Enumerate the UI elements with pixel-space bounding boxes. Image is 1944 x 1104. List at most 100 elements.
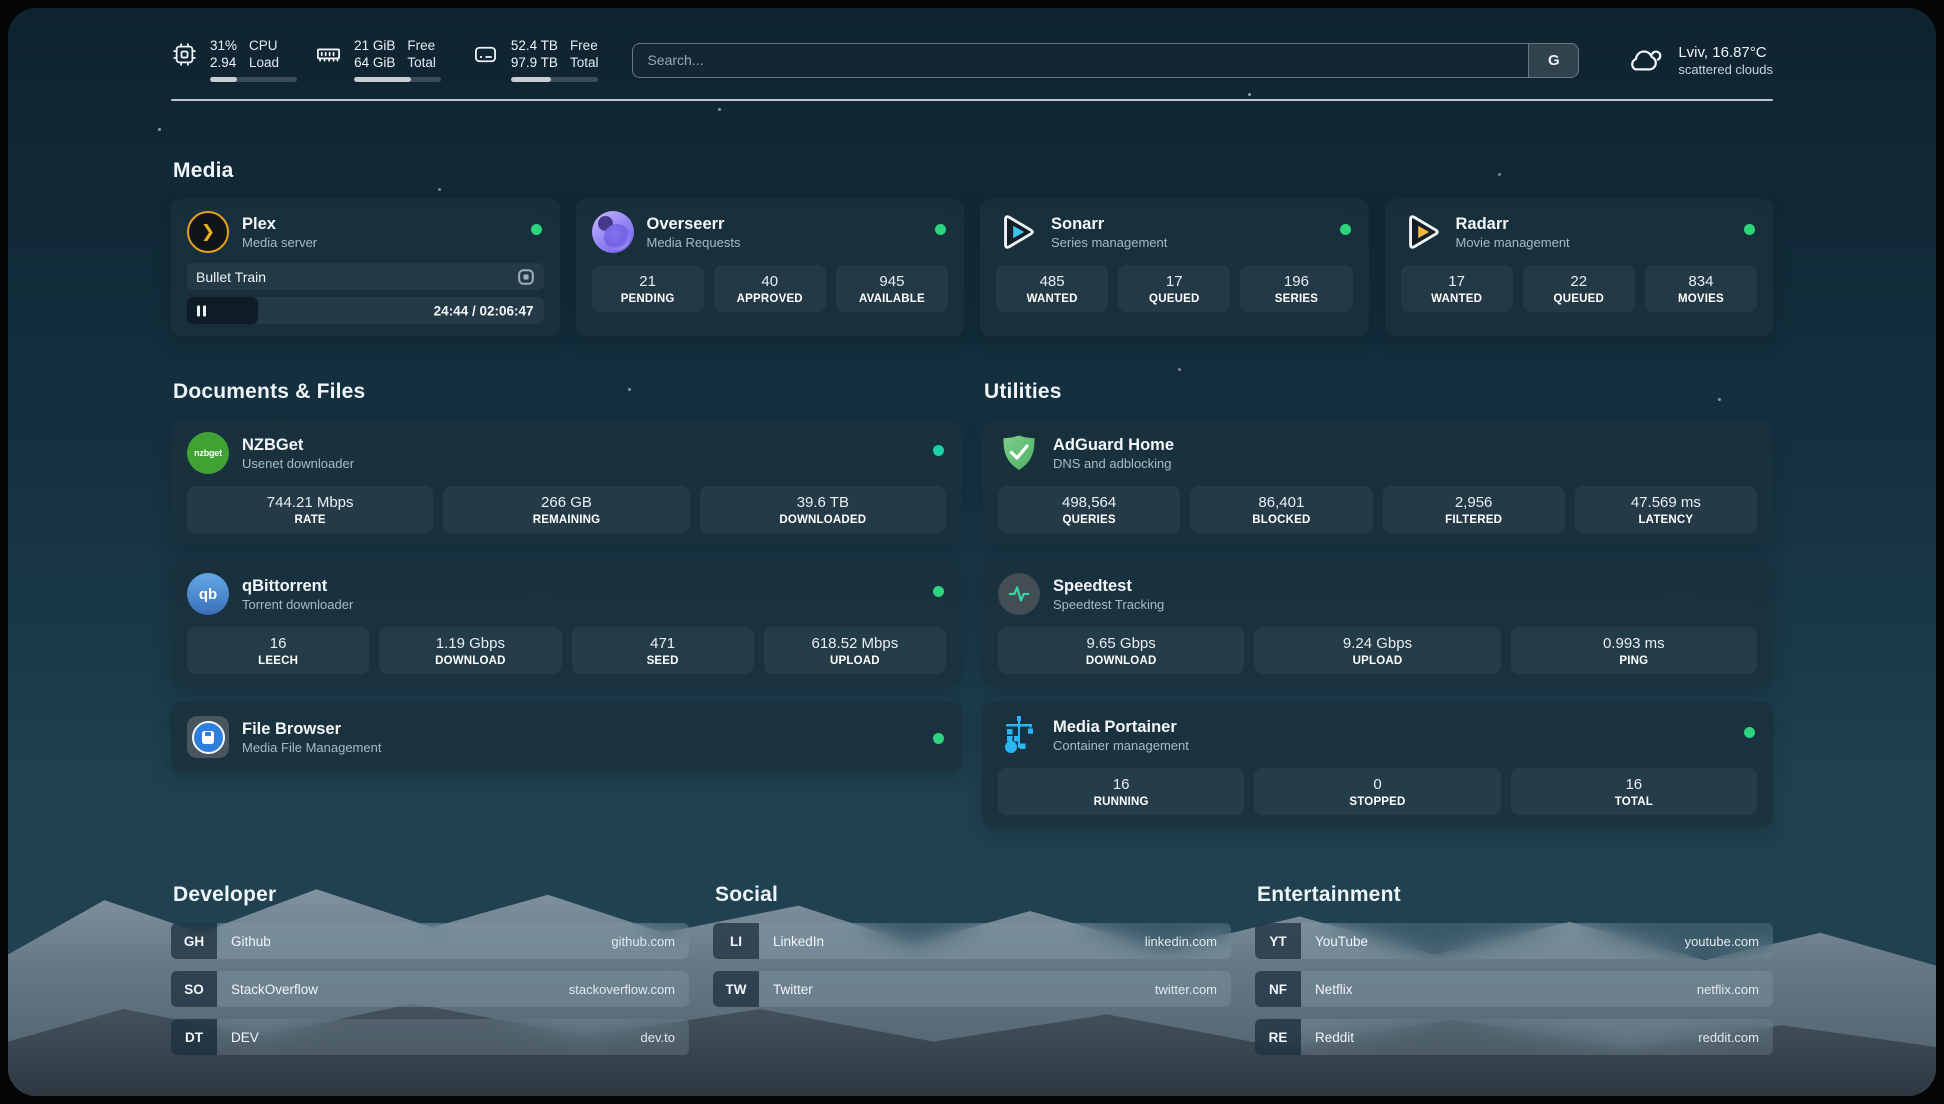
memory-labels: FreeTotal [407,38,436,71]
stat-value: 17 [1122,273,1226,290]
stat-label: DOWNLOADED [704,514,942,526]
service-title: AdGuard Home [1053,436,1174,455]
now-playing-row: Bullet Train [187,263,544,290]
bookmark-url: linkedin.com [1145,934,1217,949]
weather-widget: Lviv, 16.87°C scattered clouds [1623,43,1773,77]
service-title: File Browser [242,720,381,739]
stat-value: 9.65 Gbps [1002,635,1240,652]
search-input[interactable] [633,44,1528,77]
overseerr-icon [592,211,634,253]
memory-values: 21 GiB64 GiB [354,38,395,71]
bookmark-tag: GH [171,923,217,959]
section-title-utilities: Utilities [984,380,1773,404]
service-card-speedtest[interactable]: Speedtest Speedtest Tracking 9.65 Gbps D… [982,561,1773,686]
weather-location-temp: Lviv, 16.87°C [1678,44,1773,61]
stat-pending: 21 PENDING [592,265,704,312]
bookmark-twitter[interactable]: TW Twitter twitter.com [713,971,1231,1007]
cpu-values: 31%2.94 [210,38,237,71]
stat-value: 498,564 [1002,494,1176,511]
service-card-filebrowser[interactable]: File Browser Media File Management [171,702,962,772]
filebrowser-icon [187,716,229,758]
stat-value: 39.6 TB [704,494,942,511]
stat-value: 2,956 [1387,494,1561,511]
service-title: Radarr [1456,215,1570,234]
service-subtitle: Speedtest Tracking [1053,597,1164,612]
bookmark-name: LinkedIn [773,934,824,949]
service-card-nzbget[interactable]: nzbget NZBGet Usenet downloader 744.21 M… [171,420,962,545]
stat-download: 1.19 Gbps DOWNLOAD [379,627,561,674]
bookmark-stackoverflow[interactable]: SO StackOverflow stackoverflow.com [171,971,689,1007]
documents-column: Documents & Files nzbget NZBGet Usenet d… [171,380,962,843]
bookmark-tag: TW [713,971,759,1007]
search-engine-button[interactable]: G [1528,44,1578,77]
sonarr-icon [996,211,1038,253]
memory-progress-fill [354,77,411,82]
service-card-sonarr[interactable]: Sonarr Series management 485 WANTED 17 Q… [980,199,1369,336]
service-card-qbittorrent[interactable]: qb qBittorrent Torrent downloader 16 LEE… [171,561,962,686]
stat-movies: 834 MOVIES [1645,265,1757,312]
stat-seed: 471 SEED [572,627,754,674]
stat-label: WANTED [1405,293,1509,305]
bookmark-netflix[interactable]: NF Netflix netflix.com [1255,971,1773,1007]
service-card-radarr[interactable]: Radarr Movie management 17 WANTED 22 QUE… [1385,199,1774,336]
stat-label: DOWNLOAD [383,655,557,667]
bookmark-url: dev.to [641,1030,675,1045]
bookmark-tag: DT [171,1019,217,1055]
stat-label: LEECH [191,655,365,667]
service-card-adguard[interactable]: AdGuard Home DNS and adblocking 498,564 … [982,420,1773,545]
status-dot [1744,224,1755,235]
status-dot [933,733,944,744]
stat-label: APPROVED [718,293,822,305]
stat-rate: 744.21 Mbps RATE [187,486,433,533]
bookmark-youtube[interactable]: YT YouTube youtube.com [1255,923,1773,959]
bookmark-name: DEV [231,1030,259,1045]
bookmark-reddit[interactable]: RE Reddit reddit.com [1255,1019,1773,1055]
bookmarks-social: Social LI LinkedIn linkedin.com TW Twitt… [713,883,1231,1055]
disk-values: 52.4 TB97.9 TB [511,38,558,71]
bookmark-dev[interactable]: DT DEV dev.to [171,1019,689,1055]
plex-icon: ❯ [187,211,229,253]
stat-blocked: 86,401 BLOCKED [1190,486,1372,533]
service-card-plex[interactable]: ❯ Plex Media server Bullet Train [171,199,560,336]
disk-progress-bar [511,77,598,82]
playback-progress-bar[interactable]: 24:44 / 02:06:47 [187,297,544,324]
bookmark-tag: LI [713,923,759,959]
bookmark-tag: SO [171,971,217,1007]
stat-label: WANTED [1000,293,1104,305]
stat-value: 744.21 Mbps [191,494,429,511]
disk-labels: FreeTotal [570,38,599,71]
ram-icon [315,41,342,68]
now-playing-title: Bullet Train [196,269,266,285]
media-type-icon[interactable] [517,268,535,286]
bookmark-github[interactable]: GH Github github.com [171,923,689,959]
stat-value: 21 [596,273,700,290]
bookmark-linkedin[interactable]: LI LinkedIn linkedin.com [713,923,1231,959]
stat-value: 40 [718,273,822,290]
stat-downloaded: 39.6 TB DOWNLOADED [700,486,946,533]
service-subtitle: Container management [1053,738,1189,753]
search-bar[interactable]: G [632,43,1579,78]
speedtest-icon [998,573,1040,615]
stat-remaining: 266 GB REMAINING [443,486,689,533]
stat-value: 22 [1527,273,1631,290]
service-card-overseerr[interactable]: Overseerr Media Requests 21 PENDING 40 A… [576,199,965,336]
service-title: Overseerr [647,215,741,234]
service-subtitle: Media File Management [242,740,381,755]
service-subtitle: Media Requests [647,235,741,250]
service-card-portainer[interactable]: Media Portainer Container management 16 … [982,702,1773,827]
playback-time: 24:44 / 02:06:47 [434,303,534,318]
section-title-social: Social [715,883,1231,907]
stat-label: FILTERED [1387,514,1561,526]
pause-icon[interactable] [197,305,206,316]
service-title: NZBGet [242,436,354,455]
bookmark-url: stackoverflow.com [569,982,675,997]
stat-label: QUERIES [1002,514,1176,526]
service-title: Speedtest [1053,577,1164,596]
portainer-icon [998,714,1040,756]
status-dot [933,586,944,597]
stat-value: 196 [1244,273,1348,290]
stat-label: UPLOAD [768,655,942,667]
stat-value: 485 [1000,273,1104,290]
bookmark-name: Github [231,934,271,949]
stat-upload: 618.52 Mbps UPLOAD [764,627,946,674]
